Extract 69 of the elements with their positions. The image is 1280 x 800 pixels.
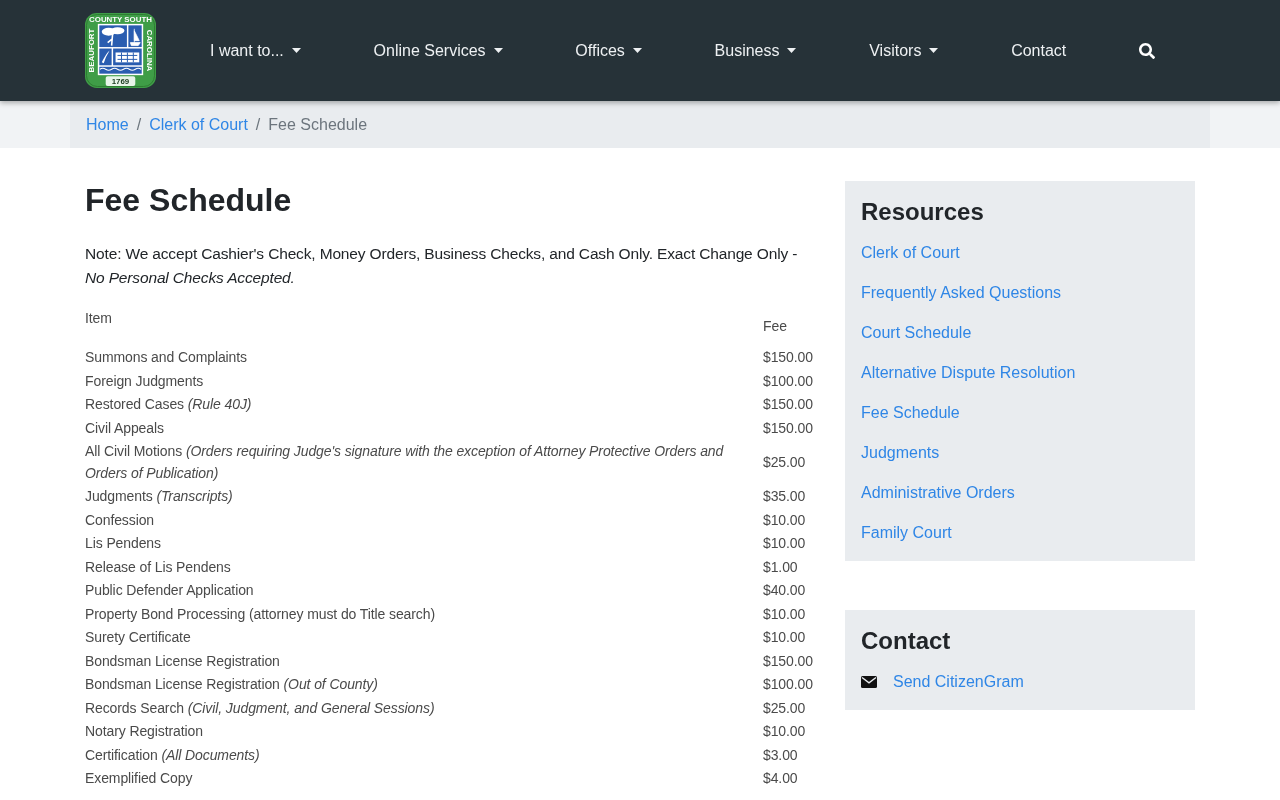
fee-amount: $150.00 [763, 652, 813, 669]
fee-item: Summons and Complaints [85, 349, 247, 365]
resource-link[interactable]: Judgments [861, 441, 940, 465]
breadcrumb-link[interactable]: Home [86, 115, 129, 134]
breadcrumb-link[interactable]: Clerk of Court [149, 115, 248, 134]
nav-menu-link[interactable]: I want to... [210, 38, 301, 63]
fee-amount: $25.00 [763, 699, 806, 716]
fee-item: Confession [85, 511, 155, 528]
fee-amount: $150.00 [763, 396, 813, 412]
fee-amount: $10.00 [763, 723, 806, 739]
seal-side-text: CAROLINA [144, 29, 154, 72]
fee-amount: $150.00 [763, 419, 813, 436]
send-message-link[interactable]: Send CitizenGram [893, 670, 1024, 694]
fee-item: Restored Cases (Rule 40J) [85, 396, 252, 412]
breadcrumb-separator: / [255, 115, 261, 134]
fee-amount: $100.00 [763, 372, 813, 389]
fee-item: Records Search (Civil, Judgment, and General Sessions) [85, 699, 435, 716]
resource-link[interactable]: Family Court [861, 521, 952, 545]
resource-link[interactable]: Court Schedule [861, 321, 972, 345]
card-title: Contact [861, 625, 952, 655]
envelope-icon [861, 676, 877, 688]
seal-year: 1769 [111, 77, 130, 87]
fee-item: Bondsman License Registration [85, 652, 280, 669]
resource-link[interactable]: Frequently Asked Questions [861, 281, 1062, 305]
nav-menu-link[interactable]: Contact [1011, 38, 1067, 63]
fee-item: Notary Registration [85, 723, 203, 739]
fee-amount: $25.00 [763, 453, 806, 470]
fee-amount: $10.00 [763, 605, 806, 622]
fee-item: Exemplified Copy [85, 770, 193, 786]
fee-item: Judgments (Transcripts) [85, 488, 233, 504]
resource-link[interactable]: Clerk of Court [861, 241, 960, 265]
seal-top-text: COUNTY SOUTH [89, 15, 152, 25]
fee-amount: $35.00 [763, 488, 806, 504]
fee-item: Bondsman License Registration (Out of County) [85, 676, 378, 692]
resource-link[interactable]: Administrative Orders [861, 481, 1015, 505]
payment-note: Note: We accept Cashier's Check, Money Orders, Business Checks, and Cash Only. Exact Change Only - No Personal Checks Accepted. [85, 244, 799, 288]
fee-item: Certification (All Documents) [85, 746, 260, 763]
resource-link[interactable]: Alternative Dispute Resolution [861, 361, 1076, 385]
fee-amount: $10.00 [763, 535, 806, 551]
fee-amount: $10.00 [763, 629, 806, 645]
nav-menu-link[interactable]: Online Services [373, 38, 503, 63]
fee-amount: $100.00 [763, 676, 813, 692]
current-page-name: Fee Schedule [268, 115, 368, 134]
fee-item: Release of Lis Pendens [85, 558, 231, 575]
fee-amount: $150.00 [763, 349, 813, 365]
nav-menu-link[interactable]: Business [714, 38, 797, 63]
fee-amount: $1.00 [763, 558, 798, 575]
fee-item: Property Bond Processing (attorney must do Title search) [85, 605, 435, 622]
breadcrumb-separator: / [136, 115, 142, 134]
search-icon [1139, 42, 1155, 59]
page-title: Fee Schedule [85, 181, 293, 219]
fee-amount: $3.00 [763, 746, 798, 763]
fee-item: Surety Certificate [85, 629, 191, 645]
fee-item: Civil Appeals [85, 419, 164, 436]
fee-amount: $10.00 [763, 511, 806, 528]
card-title: Resources [861, 196, 985, 226]
fee-item: Lis Pendens [85, 535, 161, 551]
column-header: Fee [763, 316, 787, 336]
seal-side-text: BEAUFORT [87, 28, 97, 73]
fee-item: All Civil Motions (Orders requiring Judge's signature with the exception of Attorney Protective Orders and Orders of Publication) [85, 443, 724, 481]
fee-amount: $4.00 [763, 770, 798, 786]
search-button[interactable] [1139, 42, 1155, 59]
fee-item: Foreign Judgments [85, 372, 204, 389]
nav-menu-link[interactable]: Offices [575, 38, 642, 63]
nav-menu-link[interactable]: Visitors [869, 38, 939, 63]
resource-link[interactable]: Fee Schedule [861, 401, 960, 425]
fee-item: Public Defender Application [85, 582, 254, 598]
column-header: Item [85, 309, 112, 328]
fee-amount: $40.00 [763, 582, 806, 598]
